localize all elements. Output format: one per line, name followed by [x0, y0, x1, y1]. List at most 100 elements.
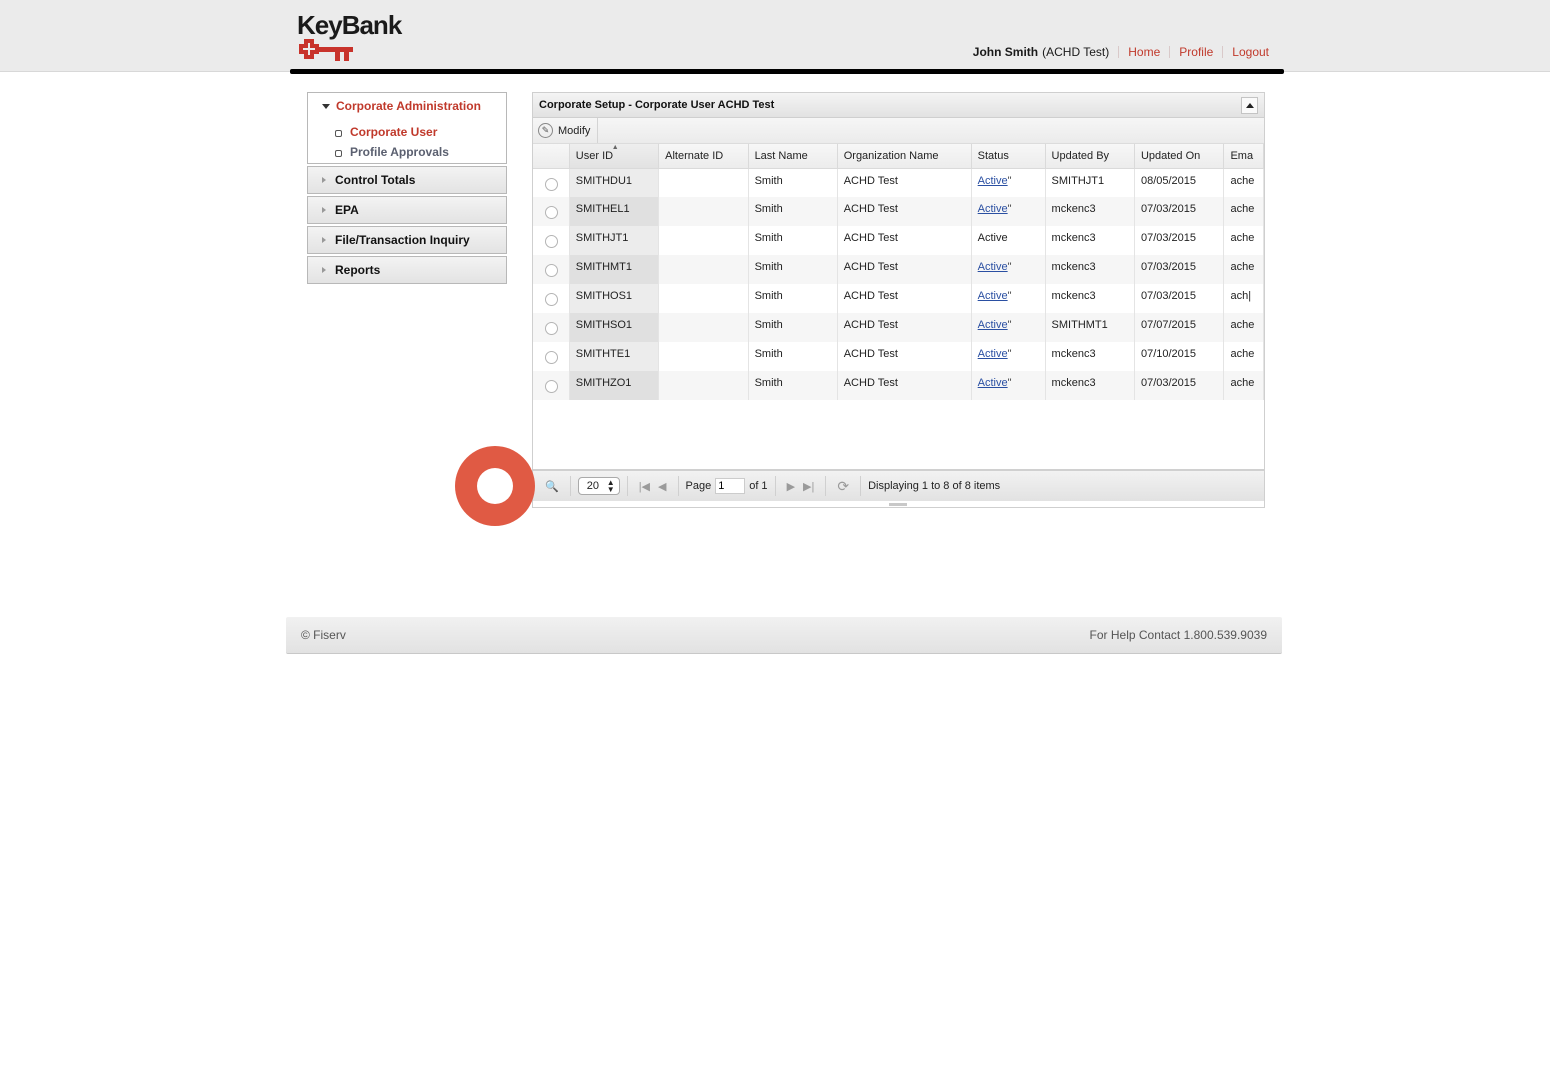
spinner-icon: ▲ ▼	[606, 478, 615, 494]
first-page-icon[interactable]: |◀	[635, 480, 654, 493]
email-cell: ache	[1223, 226, 1264, 255]
sidebar-section-file-transaction-inquiry[interactable]: File/Transaction Inquiry	[307, 226, 507, 254]
email-cell: ache	[1223, 197, 1264, 226]
page-of-label: of 1	[749, 480, 768, 492]
status-mark: "	[1007, 377, 1012, 389]
sidebar-section-label: EPA	[335, 203, 359, 217]
status-mark: "	[1007, 348, 1012, 360]
row-radio-button[interactable]	[545, 322, 558, 335]
previous-page-icon[interactable]: ◀	[654, 480, 670, 493]
column-header-status[interactable]: Status	[971, 144, 1046, 169]
bullet-icon	[335, 149, 342, 157]
sidebar-section-label: Corporate Administration	[336, 99, 481, 113]
organization-cell: ACHD Test	[837, 197, 972, 226]
refresh-icon[interactable]: ⟳	[833, 478, 853, 495]
table-row[interactable]: SMITHJT1 Smith ACHD Test Active mckenc3 07/03…	[533, 226, 1264, 255]
sidebar-section-control-totals[interactable]: Control Totals	[307, 166, 507, 194]
pager-divider	[774, 476, 776, 496]
sidebar-section-epa[interactable]: EPA	[307, 196, 507, 224]
brand-logo-text[interactable]: KeyBank	[297, 10, 402, 41]
status-link[interactable]: Active	[978, 290, 1008, 302]
sort-ascending-icon: ▲	[611, 144, 619, 151]
resize-handle[interactable]	[889, 503, 907, 506]
column-header-last-name[interactable]: Last Name	[748, 144, 838, 169]
panel-toolbar: ✎ Modify	[533, 118, 1264, 144]
status-link[interactable]: Active	[978, 175, 1008, 187]
table-row[interactable]: SMITHMT1 Smith ACHD Test Active" mckenc3 07/0…	[533, 255, 1264, 284]
table-row[interactable]: SMITHTE1 Smith ACHD Test Active" mckenc3 07/1…	[533, 342, 1264, 371]
last-name-cell: Smith	[748, 284, 838, 313]
row-select-cell	[533, 226, 570, 255]
home-link[interactable]: Home	[1128, 45, 1160, 59]
pencil-icon: ✎	[538, 123, 553, 138]
table-row[interactable]: SMITHSO1 Smith ACHD Test Active" SMITHMT1 07/…	[533, 313, 1264, 342]
email-cell: ache	[1223, 168, 1264, 197]
updated-on-cell: 07/03/2015	[1134, 284, 1225, 313]
row-radio-button[interactable]	[545, 206, 558, 219]
alternate-id-cell	[658, 313, 749, 342]
table-row[interactable]: SMITHEL1 Smith ACHD Test Active" mckenc3 07/0…	[533, 197, 1264, 226]
nav-divider	[1118, 46, 1120, 58]
copyright-text: © Fiserv	[301, 628, 346, 642]
sidebar-section-title[interactable]: Corporate Administration	[322, 99, 481, 113]
profile-link[interactable]: Profile	[1179, 45, 1213, 59]
row-radio-button[interactable]	[545, 264, 558, 277]
logout-link[interactable]: Logout	[1232, 45, 1269, 59]
status-cell: Active"	[971, 197, 1046, 226]
status-link[interactable]: Active	[978, 348, 1008, 360]
sidebar: Corporate Administration Corporate User …	[307, 92, 507, 284]
row-radio-button[interactable]	[545, 380, 558, 393]
modify-button[interactable]: ✎ Modify	[533, 118, 599, 143]
status-mark: "	[1007, 203, 1012, 215]
row-radio-button[interactable]	[545, 351, 558, 364]
table-row[interactable]: SMITHDU1 Smith ACHD Test Active" SMITHJT1 08/…	[533, 168, 1264, 197]
row-radio-button[interactable]	[545, 293, 558, 306]
organization-cell: ACHD Test	[837, 342, 972, 371]
next-page-icon[interactable]: ▶	[783, 480, 799, 493]
table-row[interactable]: SMITHZO1 Smith ACHD Test Active" mckenc3 07/0…	[533, 371, 1264, 400]
sidebar-section-reports[interactable]: Reports	[307, 256, 507, 284]
status-cell: Active"	[971, 284, 1046, 313]
column-header-user-id[interactable]: User ID ▲	[569, 144, 660, 169]
sidebar-item-corporate-user[interactable]: Corporate User	[335, 125, 437, 139]
top-header: KeyBank John Smith (ACHD Test) Home Prof…	[0, 0, 1550, 72]
row-select-cell	[533, 168, 570, 197]
page-size-select[interactable]: 20 ▲ ▼	[577, 477, 620, 495]
caret-up-icon	[1245, 103, 1254, 108]
sidebar-section-label: Reports	[335, 263, 381, 277]
panel-header: Corporate Setup - Corporate User ACHD Te…	[533, 93, 1264, 118]
pager-divider	[677, 476, 679, 496]
status-link[interactable]: Active	[978, 319, 1008, 331]
organization-cell: ACHD Test	[837, 371, 972, 400]
row-select-cell	[533, 255, 570, 284]
updated-by-cell: mckenc3	[1045, 226, 1135, 255]
column-header-alternate-id[interactable]: Alternate ID	[658, 144, 749, 169]
column-header-organization-name[interactable]: Organization Name	[837, 144, 972, 169]
status-link[interactable]: Active	[978, 377, 1008, 389]
search-icon[interactable]: 🔍	[541, 480, 563, 493]
caret-down-icon	[322, 103, 330, 109]
status-mark: "	[1007, 290, 1012, 302]
status-mark: "	[1007, 174, 1012, 187]
status-link[interactable]: Active	[978, 203, 1008, 215]
alternate-id-cell	[658, 342, 749, 371]
last-page-icon[interactable]: ▶|	[799, 480, 818, 493]
last-name-cell: Smith	[748, 313, 838, 342]
updated-by-cell: SMITHMT1	[1045, 313, 1135, 342]
sidebar-item-profile-approvals[interactable]: Profile Approvals	[335, 145, 449, 159]
status-cell: Active"	[971, 371, 1046, 400]
table-row[interactable]: SMITHOS1 Smith ACHD Test Active" mckenc3 07/0…	[533, 284, 1264, 313]
column-header-email[interactable]: Ema	[1223, 144, 1264, 169]
row-radio-button[interactable]	[545, 235, 558, 248]
collapse-panel-button[interactable]	[1241, 97, 1258, 114]
status-link[interactable]: Active	[978, 261, 1008, 273]
page-number-input[interactable]	[715, 478, 746, 494]
row-radio-button[interactable]	[545, 177, 558, 191]
last-name-cell: Smith	[748, 342, 838, 371]
updated-by-cell: mckenc3	[1045, 371, 1135, 400]
column-header-updated-by[interactable]: Updated By	[1045, 144, 1135, 169]
caret-right-icon	[322, 177, 326, 183]
column-header-select	[533, 144, 570, 169]
column-header-updated-on[interactable]: Updated On	[1134, 144, 1225, 169]
user-name: John Smith	[972, 45, 1039, 59]
